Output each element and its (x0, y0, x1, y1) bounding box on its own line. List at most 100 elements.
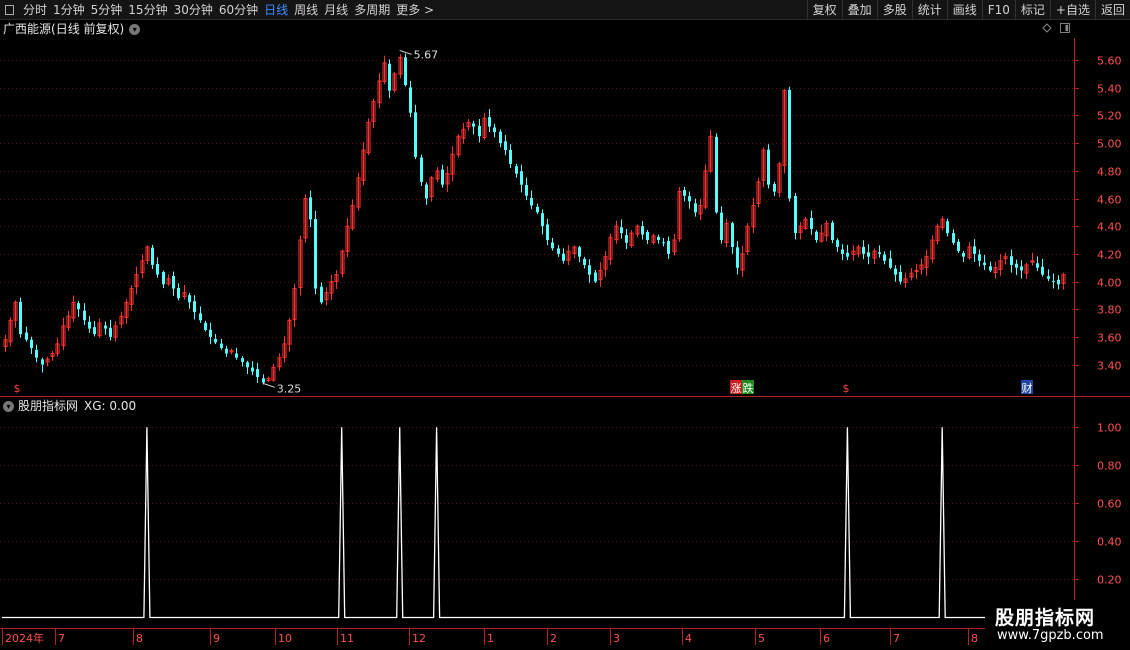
candle-body-down (151, 247, 154, 265)
candle-body-down (683, 190, 686, 196)
candle-body-down (177, 287, 180, 299)
x-tick-label: 8 (971, 632, 978, 645)
candle-body-down (83, 310, 86, 321)
candle-body-down (715, 136, 718, 213)
candle-body-down (520, 171, 523, 185)
candle-body-down (504, 141, 507, 151)
candle-body-down (515, 166, 518, 174)
candle-body-down (1047, 276, 1050, 279)
candle-body-down (404, 57, 407, 86)
x-tick-label: 7 (893, 632, 900, 645)
event-marker: 涨 (731, 382, 742, 395)
candle-body-down (815, 231, 818, 241)
candle-body-down (946, 221, 949, 234)
indicator-y-tick-label: 0.60 (1097, 498, 1122, 511)
candle-body-down (493, 127, 496, 133)
candle-body-down (246, 362, 249, 368)
candle-body-down (162, 272, 165, 285)
indicator-y-tick-label: 0.40 (1097, 536, 1122, 549)
candle-body-down (620, 227, 623, 234)
x-tick-label: 8 (136, 632, 143, 645)
low-arrow (262, 382, 275, 388)
candle-body-down (899, 271, 902, 282)
candle-body-down (694, 203, 697, 213)
watermark-title: 股朋指标网 (995, 607, 1096, 629)
candle-body-down (1010, 256, 1013, 265)
candle-body-down (810, 217, 813, 229)
candle-body-down (1015, 263, 1018, 268)
candle-body-down (30, 339, 33, 348)
indicator-y-tick-label: 0.80 (1097, 460, 1122, 473)
main-y-tick-label: 4.00 (1097, 277, 1122, 290)
candle-body-down (499, 131, 502, 144)
event-marker: $ (843, 382, 850, 395)
main-y-tick-label: 5.20 (1097, 110, 1122, 123)
candle-body-down (788, 89, 791, 199)
candle-body-down (794, 196, 797, 234)
candle-body-down (978, 254, 981, 261)
candle-body-down (77, 303, 80, 310)
main-y-tick-label: 5.60 (1097, 55, 1122, 68)
candle-body-down (625, 235, 628, 243)
event-marker: 财 (1022, 381, 1033, 395)
candle-body-down (525, 184, 528, 196)
main-y-tick-label: 4.20 (1097, 249, 1122, 262)
candle-body-down (878, 252, 881, 254)
candle-body-down (93, 327, 96, 335)
candle-body-down (204, 322, 207, 330)
candle-body-down (262, 378, 265, 383)
candle-body-down (420, 157, 423, 182)
candle-body-down (657, 236, 660, 241)
candle-body-down (662, 242, 665, 244)
x-tick-label: 2 (550, 632, 557, 645)
candle-body-down (441, 169, 444, 185)
x-tick-label: 9 (213, 632, 220, 645)
candle-body-down (767, 149, 770, 185)
indicator-y-tick-label: 0.20 (1097, 574, 1122, 587)
candle-body-down (952, 233, 955, 243)
candle-body-down (309, 197, 312, 220)
x-tick-label: 1 (487, 632, 494, 645)
x-tick-label: 12 (412, 632, 426, 645)
candle-body-down (1036, 263, 1039, 268)
candle-body-down (688, 196, 691, 202)
candle-body-down (41, 359, 44, 365)
candle-body-down (314, 219, 317, 289)
candle-body-down (251, 367, 254, 372)
main-y-tick-label: 5.40 (1097, 83, 1122, 96)
candle-body-down (220, 343, 223, 348)
candle-body-down (172, 276, 175, 289)
candle-body-down (25, 332, 28, 340)
candle-body-down (409, 87, 412, 113)
x-tick-label: 6 (823, 632, 830, 645)
candle-body-down (551, 242, 554, 249)
candle-body-down (546, 224, 549, 241)
main-y-tick-label: 5.00 (1097, 138, 1122, 151)
candle-body-down (831, 222, 834, 241)
candle-body-down (320, 286, 323, 303)
stock-chart: 3.40 3.60 3.80 4.00 4.20 4.40 4.60 4.80 5.00 5.20… (0, 38, 1130, 645)
main-y-tick-label: 4.60 (1097, 194, 1122, 207)
candle-body-down (109, 327, 112, 337)
candle-body-down (736, 247, 739, 268)
candle-body-down (578, 247, 581, 257)
candle-body-down (35, 349, 38, 358)
candle-body-down (889, 258, 892, 268)
candle-body-down (720, 212, 723, 241)
candle-body-down (88, 321, 91, 329)
candle-body-down (188, 295, 191, 303)
candle-body-down (235, 353, 238, 358)
candle-body-down (104, 325, 107, 329)
xg-signal-line (2, 427, 1074, 619)
indicator-y-tick-label: 1.00 (1097, 422, 1122, 435)
candle-body-down (209, 329, 212, 337)
candle-body-down (1057, 279, 1060, 285)
candle-body-down (836, 240, 839, 247)
candle-body-down (1041, 266, 1044, 275)
candle-body-down (199, 313, 202, 321)
candle-body-down (883, 254, 886, 261)
candle-body-down (989, 266, 992, 271)
candle-body-down (541, 213, 544, 227)
candle-body-down (962, 252, 965, 257)
candle-body-down (530, 198, 533, 206)
